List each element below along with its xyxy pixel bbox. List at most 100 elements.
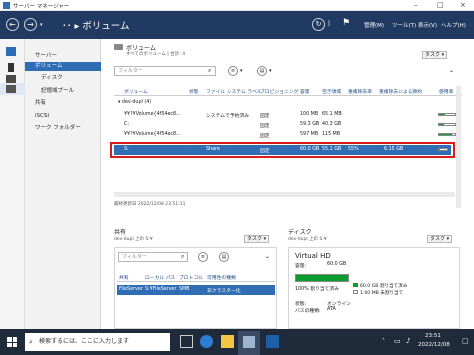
network-icon[interactable]: ▭ xyxy=(394,337,401,345)
volume-label: Share xyxy=(206,147,220,152)
usage-bar-fill xyxy=(439,134,452,135)
col-usage[interactable]: 使用率 xyxy=(439,88,453,95)
usage-bar-fill xyxy=(439,149,440,150)
back-button[interactable]: ← xyxy=(6,18,19,31)
volume-label: システムで予約済み xyxy=(206,114,250,119)
tray-chevron-icon[interactable]: ˄ xyxy=(382,338,385,345)
volume-capacity: 100 MB xyxy=(300,112,319,117)
col-provisioning[interactable]: プロビジョニング xyxy=(260,88,298,95)
search-icon: ⌕ xyxy=(29,338,33,346)
maximize-button[interactable]: □ xyxy=(437,1,444,9)
nav-item-storage-pools[interactable]: 記憶域プール xyxy=(25,87,101,96)
disk-panel: Virtual HD 容量: 60.0 GB 100% 割り当て済み 60.0 … xyxy=(288,247,460,329)
col-dedup-rate[interactable]: 重複除去率 xyxy=(348,88,372,95)
powershell-icon[interactable] xyxy=(266,335,279,348)
navigation-bar: ← → ▾ ･･ ▸ ボリューム ↻ | ⚑ 管理(M) ツール(T) 表示(V… xyxy=(0,11,474,39)
volume-free: 40.3 GB xyxy=(322,122,342,127)
table-row[interactable]: C: 固定 59.3 GB 40.3 GB xyxy=(114,120,462,130)
local-server-icon[interactable] xyxy=(8,63,14,72)
col-volume[interactable]: ボリューム xyxy=(124,88,148,95)
col-availability[interactable]: 可用性の種類 xyxy=(207,274,236,281)
chevron-down-icon[interactable]: ▾ xyxy=(269,68,272,74)
usage-bar xyxy=(438,148,448,151)
notifications-flag-icon[interactable]: ⚑ xyxy=(342,18,350,28)
usage-bar xyxy=(438,113,456,116)
server-manager-icon xyxy=(243,336,255,348)
chevron-down-icon[interactable]: ▾ xyxy=(240,68,243,74)
volume-capacity: 59.3 GB xyxy=(300,122,320,127)
main-content: ボリューム すべてのボリューム | 合計: 4 タスク ▾ フィルター ⌕ ≡ … xyxy=(101,39,474,329)
collapse-icon[interactable]: ⌄ xyxy=(265,253,270,260)
shares-filter-input[interactable]: フィルター xyxy=(118,252,188,262)
start-button[interactable] xyxy=(7,337,17,347)
col-protocol[interactable]: プロトコル xyxy=(179,274,203,281)
forward-button[interactable]: → xyxy=(24,18,37,31)
file-services-icon-selected[interactable] xyxy=(0,83,25,95)
disk-capacity: 60.0 GB xyxy=(327,262,347,267)
save-query-button[interactable]: ▤ xyxy=(257,66,267,76)
volumes-task-button[interactable]: タスク ▾ xyxy=(422,51,448,59)
volume-free: 65.1 MB xyxy=(322,112,342,117)
dashboard-icon[interactable] xyxy=(6,47,16,56)
disk-task-button[interactable]: タスク ▾ xyxy=(427,235,453,243)
nav-item-volumes[interactable]: ボリューム xyxy=(25,62,101,71)
separator: | xyxy=(328,20,331,27)
legend-unallocated-swatch xyxy=(353,290,358,294)
shares-subtitle: dev-dupl 上の S:¥ xyxy=(114,237,153,242)
nav-item-shares[interactable]: 共有 xyxy=(25,99,101,108)
menu-tools[interactable]: ツール(T) xyxy=(392,21,416,29)
usage-bar-fill xyxy=(439,124,445,125)
minimize-button[interactable]: – xyxy=(414,1,418,9)
history-dropdown-icon[interactable]: ▾ xyxy=(40,22,43,28)
menu-view[interactable]: 表示(V) xyxy=(418,21,437,29)
nav-item-iscsi[interactable]: iSCSI xyxy=(25,112,101,121)
server-manager-icon xyxy=(3,2,10,9)
vertical-scrollbar[interactable] xyxy=(456,86,461,208)
taskbar-search-input[interactable]: 検索するには、ここに入力します xyxy=(25,333,170,351)
collapse-icon[interactable]: ⌄ xyxy=(449,67,454,74)
disk-bus: ATA xyxy=(327,307,336,312)
col-label[interactable]: ファイル システム ラベル xyxy=(206,88,262,95)
list-view-button[interactable]: ≡ xyxy=(228,66,238,76)
clock-date[interactable]: 2022/12/08 xyxy=(418,342,450,348)
col-capacity[interactable]: 容量 xyxy=(300,88,310,95)
volumes-filter-input[interactable]: フィルター xyxy=(114,66,216,76)
task-view-icon[interactable] xyxy=(180,335,193,348)
disk-allocation-bar xyxy=(295,274,349,282)
legend-allocated: 60.0 GB 割り当て済み xyxy=(360,284,408,289)
volume-capacity: 597 MB xyxy=(300,132,319,137)
horizontal-scrollbar[interactable] xyxy=(114,192,455,197)
nav-item-servers[interactable]: サーバー xyxy=(25,52,101,61)
col-free-space[interactable]: 空き領域 xyxy=(322,88,341,95)
group-header[interactable]: ▾ dev-dupl (4) xyxy=(118,100,151,105)
save-query-button[interactable]: ▤ xyxy=(219,252,229,262)
col-share[interactable]: 共有 xyxy=(119,274,129,281)
nav-item-work-folders[interactable]: ワーク フォルダー xyxy=(25,124,101,133)
col-local-path[interactable]: ローカル パス xyxy=(145,274,175,281)
refresh-icon[interactable]: ↻ xyxy=(312,18,325,31)
menu-help[interactable]: ヘルプ(H) xyxy=(441,21,466,29)
window-title: サーバー マネージャー xyxy=(13,4,70,10)
disk-bus-label: バスの種類: xyxy=(295,309,321,314)
notification-icon[interactable]: ▢ xyxy=(462,337,469,345)
menu-manage[interactable]: 管理(M) xyxy=(364,21,384,29)
col-status[interactable]: 状態 xyxy=(189,88,199,95)
share-row-selected[interactable]: FileServer S:¥FileServer SMB 非クラスター化 xyxy=(117,285,275,295)
nav-item-disks[interactable]: ディスク xyxy=(25,74,101,83)
edge-browser-icon[interactable] xyxy=(200,335,213,348)
breadcrumb: ･･ ▸ ボリューム xyxy=(62,21,130,32)
shares-task-button[interactable]: タスク ▾ xyxy=(244,235,270,243)
col-dedup-savings[interactable]: 重複除去による節約 xyxy=(379,88,422,95)
volume-dedup-savings: 6.15 GB xyxy=(384,147,404,152)
table-row-selected[interactable]: S: Share 固定 60.0 GB 55.1 GB 55% 6.15 GB xyxy=(114,145,451,155)
server-manager-taskbar-active[interactable] xyxy=(238,331,260,355)
table-row[interactable]: ¥¥?¥Volume{4f54ec8... 固定 597 MB 115 MB xyxy=(114,130,462,140)
clock-time[interactable]: 23:51 xyxy=(425,333,441,339)
table-row[interactable]: ¥¥?¥Volume{4f54ec8... システムで予約済み 固定 100 M… xyxy=(114,110,462,120)
list-view-button[interactable]: ≡ xyxy=(198,252,208,262)
start-icon-tile xyxy=(7,342,12,347)
volumes-table-header: ボリューム 状態 ファイル システム ラベル プロビジョニング 容量 空き領域 … xyxy=(114,86,462,96)
close-button[interactable]: × xyxy=(460,1,466,9)
volume-icon[interactable]: ♪ xyxy=(406,337,410,345)
file-explorer-icon[interactable] xyxy=(221,335,234,348)
